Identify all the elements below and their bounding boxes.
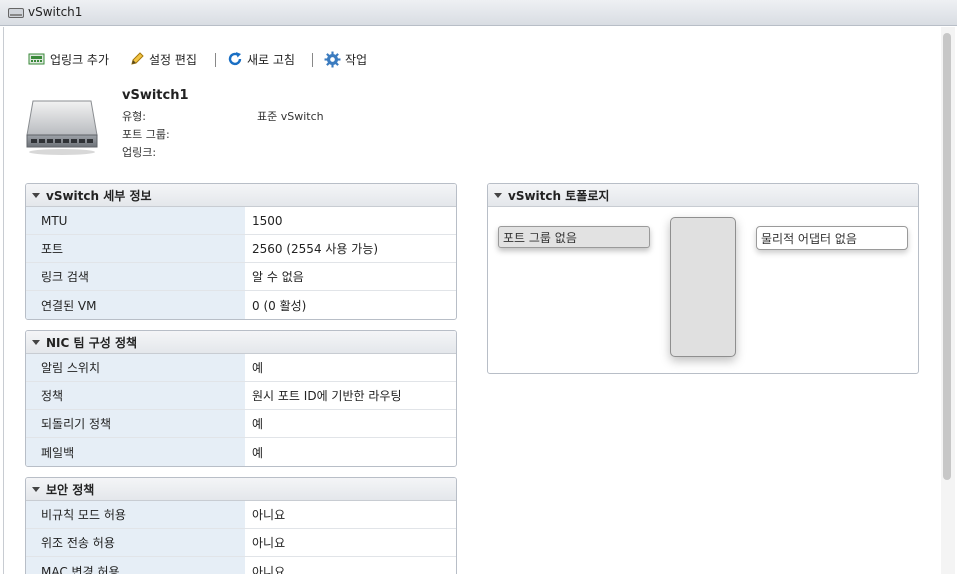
property-key: 비규칙 모드 허용 (26, 501, 245, 528)
window-title: vSwitch1 (28, 5, 83, 19)
vswitch-topology-header[interactable]: vSwitch 토폴로지 (488, 184, 918, 207)
property-key: MAC 변경 허용 (26, 557, 245, 574)
property-value: 아니요 (252, 508, 286, 522)
vswitch-details-panel: vSwitch 세부 정보 MTU 1500 포트 2560 (2554 사용 가능… (25, 183, 457, 320)
add-uplink-icon (28, 53, 45, 65)
property-key: 되돌리기 정책 (26, 410, 245, 437)
property-value: 1500 (252, 213, 283, 228)
actions-button[interactable]: 작업 (324, 49, 367, 69)
topology-switch-box (670, 217, 736, 357)
table-row: MAC 변경 허용 아니요 (26, 557, 456, 574)
topology-portgroups-box[interactable]: 포트 그룹 없음 (498, 226, 650, 248)
window-titlebar: vSwitch1 (0, 0, 957, 26)
property-key: MTU (26, 207, 245, 234)
table-row: 되돌리기 정책 예 (26, 410, 456, 438)
table-row: 링크 검색 알 수 없음 (26, 263, 456, 291)
no-adapters-label: 물리적 어댑터 없음 (761, 231, 857, 246)
property-key: 정책 (26, 382, 245, 409)
table-row: 페일백 예 (26, 438, 456, 466)
vswitch-device-image (26, 100, 98, 155)
no-portgroups-label: 포트 그룹 없음 (503, 230, 577, 245)
collapse-caret-icon (32, 192, 40, 198)
collapse-caret-icon (32, 486, 40, 492)
table-row: 정책 원시 포트 ID에 기반한 라우팅 (26, 382, 456, 410)
vswitch-topology-title: vSwitch 토폴로지 (508, 188, 610, 203)
refresh-button[interactable]: 새로 고침 (227, 49, 295, 69)
property-value: 2560 (2554 사용 가능) (252, 242, 379, 256)
nic-teaming-title: NIC 팀 구성 정책 (46, 335, 138, 350)
collapse-caret-icon (32, 339, 40, 345)
table-row: 포트 2560 (2554 사용 가능) (26, 235, 456, 263)
vswitch-details-header[interactable]: vSwitch 세부 정보 (26, 184, 456, 207)
property-key: 위조 전송 허용 (26, 529, 245, 556)
vswitch-icon (8, 8, 24, 18)
vswitch-topology-panel: vSwitch 토폴로지 포트 그룹 없음 물리적 어댑터 없음 (487, 183, 919, 374)
toolbar-separator (312, 53, 313, 67)
nic-teaming-header[interactable]: NIC 팀 구성 정책 (26, 331, 456, 354)
property-value: 알 수 없음 (252, 270, 304, 284)
security-policy-title: 보안 정책 (46, 482, 95, 497)
table-row: 알림 스위치 예 (26, 354, 456, 382)
scrollbar-thumb[interactable] (943, 33, 951, 480)
toolbar-separator (215, 53, 216, 67)
table-row: 연결된 VM 0 (0 활성) (26, 291, 456, 319)
property-value: 예 (252, 417, 264, 431)
portgroups-label: 포트 그룹: (122, 128, 170, 141)
property-key: 포트 (26, 235, 245, 262)
content-area: 업링크 추가 설정 편집 새로 고침 작업 vSwitch1 유형: 표준 vS… (3, 27, 940, 574)
security-policy-header[interactable]: 보안 정책 (26, 478, 456, 501)
property-key: 연결된 VM (26, 291, 245, 319)
edit-settings-button[interactable]: 설정 편집 (129, 49, 197, 69)
uplinks-label: 업링크: (122, 146, 157, 159)
property-key: 페일백 (26, 438, 245, 466)
table-row: MTU 1500 (26, 207, 456, 235)
edit-settings-label: 설정 편집 (149, 52, 197, 67)
gear-icon (324, 51, 341, 67)
property-value: 0 (0 활성) (252, 298, 307, 313)
refresh-label: 새로 고침 (247, 52, 295, 67)
property-value: 아니요 (252, 564, 286, 574)
add-uplink-label: 업링크 추가 (50, 52, 110, 67)
refresh-icon (228, 52, 242, 66)
topology-adapters-box[interactable]: 물리적 어댑터 없음 (756, 226, 908, 250)
vswitch-details-title: vSwitch 세부 정보 (46, 188, 152, 203)
property-value: 예 (252, 361, 264, 375)
vswitch-name: vSwitch1 (122, 88, 189, 103)
type-label: 유형: (122, 110, 146, 123)
property-key: 알림 스위치 (26, 354, 245, 381)
add-uplink-button[interactable]: 업링크 추가 (28, 49, 109, 69)
security-policy-panel: 보안 정책 비규칙 모드 허용 아니요 위조 전송 허용 아니요 MAC 변경 허용… (25, 477, 457, 574)
actions-label: 작업 (345, 52, 368, 67)
table-row: 위조 전송 허용 아니요 (26, 529, 456, 557)
property-key: 링크 검색 (26, 263, 245, 290)
property-value: 예 (252, 445, 264, 460)
type-value: 표준 vSwitch (257, 110, 324, 123)
nic-teaming-panel: NIC 팀 구성 정책 알림 스위치 예 정책 원시 포트 ID에 기반한 라우팅 … (25, 330, 457, 467)
pencil-icon (131, 52, 144, 65)
collapse-caret-icon (494, 192, 502, 198)
property-value: 아니요 (252, 536, 286, 550)
property-value: 원시 포트 ID에 기반한 라우팅 (252, 389, 402, 403)
table-row: 비규칙 모드 허용 아니요 (26, 501, 456, 529)
